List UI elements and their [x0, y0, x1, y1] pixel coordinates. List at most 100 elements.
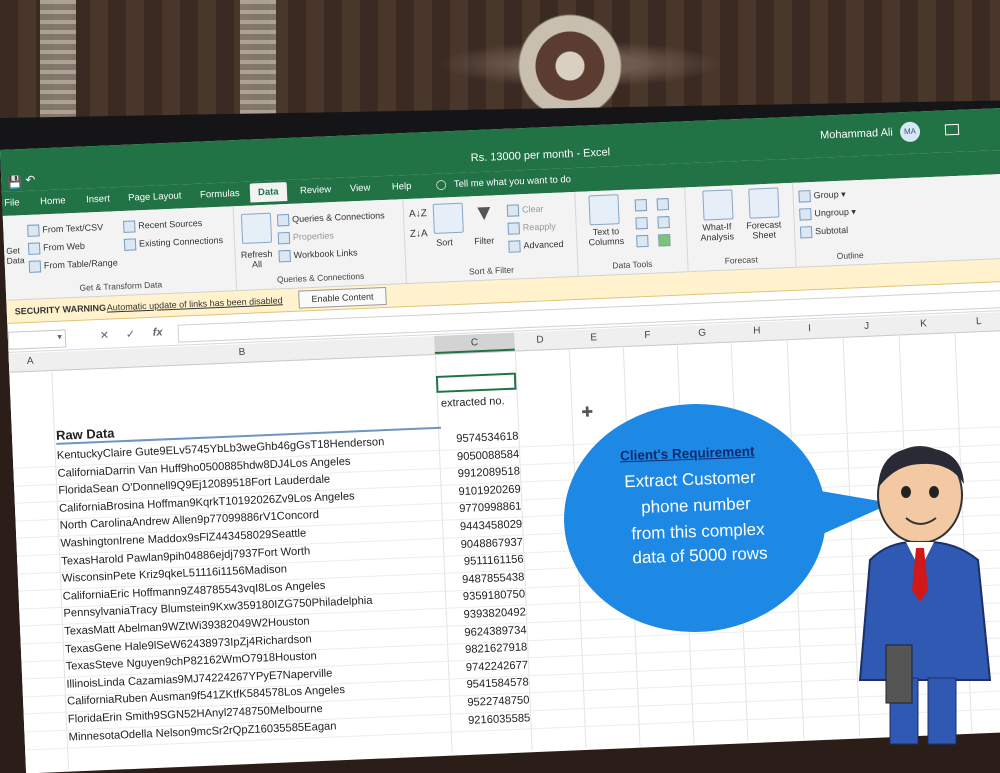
- clear-button[interactable]: Clear: [506, 203, 544, 217]
- group-outline: Group ▾ Ungroup ▾ Subtotal Outline: [792, 178, 905, 267]
- extracted-number-cell[interactable]: 9101920269: [444, 483, 521, 498]
- group-data-tools: Text to Columns Data Tools: [574, 187, 689, 276]
- insert-function-icon[interactable]: fx: [153, 326, 163, 338]
- advanced-button[interactable]: Advanced: [508, 238, 564, 253]
- refresh-icon: [240, 212, 273, 244]
- save-icon[interactable]: 💾: [7, 175, 23, 190]
- extracted-number-cell[interactable]: 9742242677: [452, 659, 529, 674]
- group-queries: Refresh All Queries & Connections Proper…: [232, 199, 407, 291]
- flash-fill-icon[interactable]: [634, 198, 650, 212]
- col-header-j[interactable]: J: [864, 321, 869, 332]
- extracted-number-cell[interactable]: 9511161156: [447, 554, 524, 569]
- subtotal-icon: [799, 226, 813, 239]
- tab-formulas[interactable]: Formulas: [200, 188, 240, 201]
- tab-home[interactable]: Home: [40, 195, 66, 207]
- tab-page-layout[interactable]: Page Layout: [128, 190, 182, 203]
- enable-content-button[interactable]: Enable Content: [298, 286, 387, 309]
- extracted-number-cell[interactable]: 9048867937: [447, 536, 523, 551]
- from-web-button[interactable]: From Web: [27, 241, 85, 255]
- get-data-button[interactable]: Get Data: [6, 245, 25, 266]
- subtotal-button[interactable]: Subtotal: [799, 225, 848, 239]
- properties-icon: [277, 231, 291, 245]
- remove-duplicates-icon[interactable]: [635, 216, 650, 230]
- user-name[interactable]: Mohammad Ali: [820, 127, 893, 142]
- workbook-links-button[interactable]: Workbook Links: [278, 247, 358, 263]
- sort-za-icon[interactable]: Z↓A: [410, 228, 428, 240]
- queries-connections-button[interactable]: Queries & Connections: [276, 210, 385, 227]
- mouse-cursor-icon: ✚: [581, 403, 594, 420]
- cancel-icon[interactable]: ✕: [100, 329, 110, 342]
- tab-help[interactable]: Help: [392, 181, 412, 193]
- extracted-number-cell[interactable]: 9393820492: [450, 606, 526, 621]
- extracted-number-cell[interactable]: 9574534618: [442, 431, 519, 446]
- col-header-g[interactable]: G: [698, 328, 706, 339]
- tab-insert[interactable]: Insert: [86, 193, 110, 205]
- window-title: Rs. 13000 per month - Excel: [470, 146, 611, 165]
- extracted-number-cell[interactable]: 9770998861: [445, 501, 522, 516]
- text-to-columns-button[interactable]: Text to Columns: [582, 226, 631, 248]
- extracted-number-cell[interactable]: 9522748750: [453, 694, 530, 709]
- existing-connections-button[interactable]: Existing Connections: [123, 235, 223, 251]
- group-button[interactable]: Group ▾: [798, 189, 846, 203]
- col-header-l[interactable]: L: [976, 316, 982, 327]
- undo-icon[interactable]: ↶: [25, 173, 36, 187]
- extracted-number-cell[interactable]: 9912089518: [444, 466, 520, 481]
- tell-me-search[interactable]: Tell me what you want to do: [454, 174, 572, 190]
- extracted-number-cell[interactable]: 9624389734: [450, 624, 527, 639]
- extracted-number-cell[interactable]: 9443458029: [446, 518, 523, 533]
- col-header-a[interactable]: A: [27, 356, 34, 367]
- sort-az-icon[interactable]: A↓Z: [409, 208, 427, 220]
- refresh-all-button[interactable]: Refresh All: [238, 249, 275, 270]
- tab-view[interactable]: View: [350, 183, 371, 195]
- filter-button[interactable]: Filter: [474, 235, 494, 246]
- properties-button[interactable]: Properties: [277, 230, 334, 245]
- advanced-icon: [508, 240, 521, 253]
- tab-file[interactable]: File: [4, 197, 20, 209]
- filter-icon: ▼: [472, 199, 496, 226]
- recent-sources-button[interactable]: Recent Sources: [123, 218, 202, 233]
- col-header-c[interactable]: C: [434, 332, 515, 354]
- name-box[interactable]: ▾: [7, 329, 67, 350]
- consolidate-icon[interactable]: [656, 198, 672, 211]
- extracted-number-cell[interactable]: 9359180750: [449, 589, 526, 604]
- extracted-number-cell[interactable]: 9216035585: [454, 712, 531, 727]
- col-header-b[interactable]: B: [238, 347, 245, 358]
- col-header-k[interactable]: K: [920, 318, 927, 329]
- connections-icon: [123, 238, 137, 251]
- manage-data-model-icon[interactable]: [658, 234, 673, 247]
- chevron-down-icon[interactable]: ▾: [57, 332, 62, 343]
- grid-line: [514, 350, 533, 751]
- tab-review[interactable]: Review: [300, 184, 332, 196]
- what-if-button[interactable]: What-If Analysis: [692, 221, 743, 243]
- reapply-button[interactable]: Reapply: [507, 221, 556, 235]
- from-text-button[interactable]: From Text/CSV: [27, 222, 103, 237]
- extracted-number-cell[interactable]: 9821627918: [451, 642, 528, 657]
- what-if-icon: [702, 189, 734, 221]
- enter-icon[interactable]: ✓: [126, 328, 136, 341]
- active-cell[interactable]: [435, 372, 517, 393]
- forecast-sheet-button[interactable]: Forecast Sheet: [742, 219, 787, 241]
- group-label: Data Tools: [612, 258, 653, 271]
- queries-icon: [276, 213, 290, 227]
- tab-data[interactable]: Data: [249, 182, 287, 203]
- sort-icon: [432, 202, 464, 234]
- col-header-e[interactable]: E: [590, 332, 597, 343]
- ribbon-display-options-icon[interactable]: [944, 123, 960, 136]
- sort-button[interactable]: Sort: [436, 237, 453, 248]
- col-header-d[interactable]: D: [536, 334, 544, 345]
- header-extracted-no[interactable]: extracted no.: [441, 395, 505, 410]
- col-header-h[interactable]: H: [753, 325, 761, 336]
- ungroup-icon: [799, 208, 812, 221]
- col-header-f[interactable]: F: [644, 330, 651, 341]
- relationships-icon[interactable]: [657, 216, 672, 229]
- extracted-number-cell[interactable]: 9487855438: [448, 571, 525, 586]
- avatar[interactable]: MA: [899, 121, 921, 143]
- reapply-icon: [507, 222, 520, 235]
- security-warning-message[interactable]: Automatic update of links has been disab…: [106, 295, 282, 312]
- extracted-number-cell[interactable]: 9541584578: [453, 677, 529, 692]
- ungroup-button[interactable]: Ungroup ▾: [799, 206, 856, 221]
- extracted-number-cell[interactable]: 9050088584: [443, 448, 520, 463]
- data-validation-icon[interactable]: [636, 234, 651, 248]
- from-table-button[interactable]: From Table/Range: [28, 257, 118, 273]
- col-header-i[interactable]: I: [808, 323, 811, 334]
